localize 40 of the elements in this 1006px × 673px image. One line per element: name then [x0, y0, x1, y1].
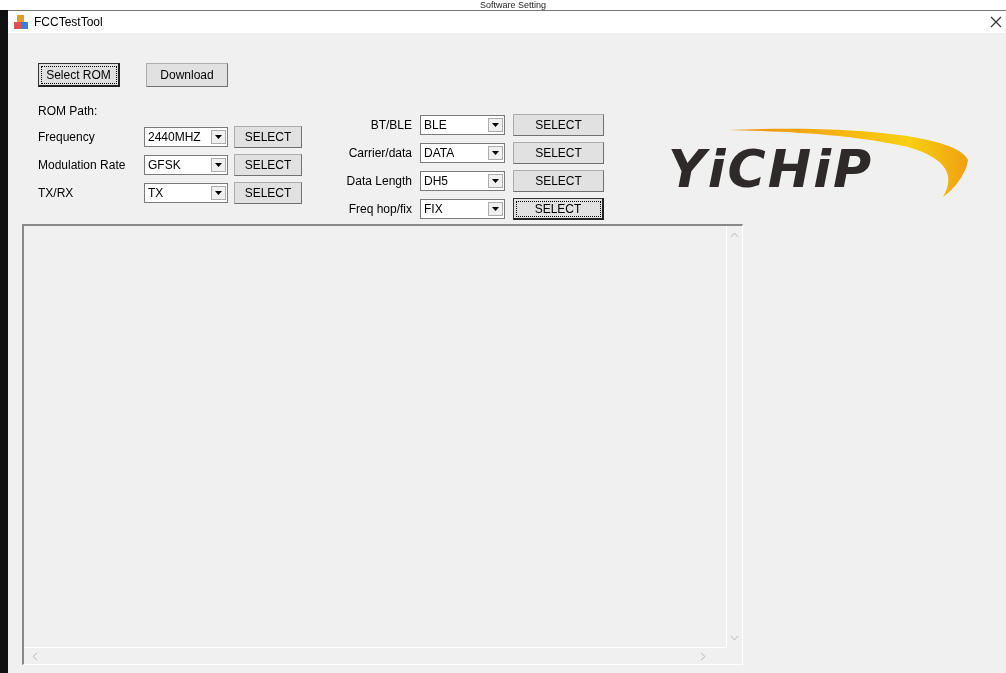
close-icon[interactable]: [990, 16, 1002, 28]
scroll-up-icon[interactable]: [730, 232, 739, 238]
select-button[interactable]: SELECT: [513, 142, 604, 164]
dropdown-field[interactable]: FIX: [420, 199, 505, 219]
caret-icon: [492, 123, 499, 127]
select-button[interactable]: SELECT: [234, 182, 302, 204]
dropdown-field[interactable]: DATA: [420, 143, 505, 163]
setting-label: Freq hop/fix: [347, 202, 412, 216]
caret-icon: [215, 163, 222, 167]
setting-label: Frequency: [38, 130, 96, 144]
dropdown-field[interactable]: DH5: [420, 171, 505, 191]
setting-label: Carrier/data: [347, 146, 412, 160]
window-title: FCCTestTool: [34, 15, 103, 29]
page-heading: Software Setting: [479, 0, 546, 10]
setting-label: TX/RX: [38, 186, 75, 200]
dropdown-field[interactable]: 2440MHZ: [144, 127, 228, 147]
caret-icon: [492, 179, 499, 183]
select-button[interactable]: SELECT: [513, 198, 604, 220]
select-button[interactable]: SELECT: [513, 170, 604, 192]
dropdown-field[interactable]: TX: [144, 183, 228, 203]
dropdown-field[interactable]: GFSK: [144, 155, 228, 175]
toolbar-button[interactable]: Select ROM: [38, 63, 120, 87]
caret-icon: [492, 207, 499, 211]
log-text-area[interactable]: [22, 224, 743, 665]
cubes-icon: [13, 14, 29, 30]
caret-icon: [215, 191, 222, 195]
select-button[interactable]: SELECT: [234, 126, 302, 148]
toolbar-button[interactable]: Download: [146, 63, 228, 87]
scroll-right-icon[interactable]: [700, 651, 706, 661]
dropdown-field[interactable]: BLE: [420, 115, 505, 135]
scroll-down-icon[interactable]: [730, 635, 739, 641]
rom-path-label: ROM Path:: [38, 104, 99, 120]
scroll-left-icon[interactable]: [32, 651, 38, 661]
select-button[interactable]: SELECT: [513, 114, 604, 136]
setting-label: Modulation Rate: [38, 158, 127, 172]
select-button[interactable]: SELECT: [234, 154, 302, 176]
setting-label: BT/BLE: [369, 118, 412, 132]
caret-icon: [492, 151, 499, 155]
caret-icon: [215, 135, 222, 139]
setting-label: Data Length: [345, 174, 412, 188]
